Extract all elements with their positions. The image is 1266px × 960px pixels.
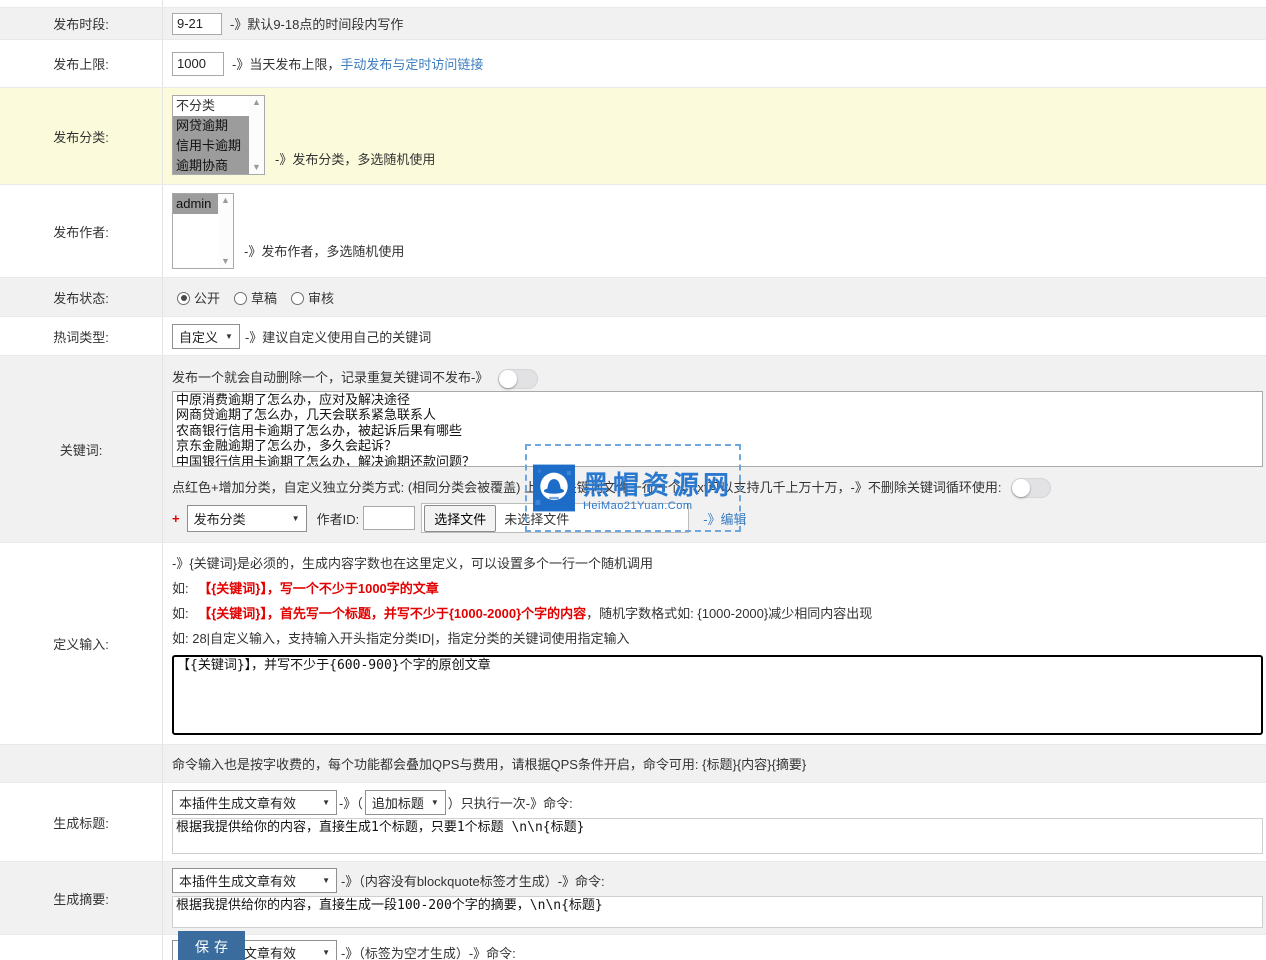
publish-limit-hint: -》当天发布上限，	[232, 54, 340, 73]
row-hotword-type: 热词类型: 自定义 ▼ -》建议自定义使用自己的关键词	[0, 317, 1266, 356]
chevron-down-icon: ▼	[431, 798, 439, 807]
keywords-label: 关键词:	[0, 356, 163, 542]
publish-time-label: 发布时段:	[0, 8, 163, 39]
publish-category-hint: -》发布分类，多选随机使用	[275, 149, 435, 168]
gen-summary-mode-select[interactable]: 本插件生成文章有效 ▼	[172, 868, 337, 893]
gen-title-mode-select[interactable]: 本插件生成文章有效 ▼	[172, 790, 337, 815]
file-input[interactable]: 选择文件 未选择文件	[421, 503, 689, 533]
row-top-sliver	[0, 0, 1266, 8]
author-option[interactable]: admin	[173, 194, 218, 214]
scroll-down-icon[interactable]: ▼	[252, 163, 261, 172]
define-input-textarea[interactable]: 【{关键词}】，并写不少于{600-900}个字的原创文章	[172, 655, 1263, 735]
define-hint-4: 如: 28|自定义输入，支持输入开头指定分类ID|，指定分类的关键词使用指定输入	[172, 626, 1266, 651]
edit-keywords-link[interactable]: -》编辑	[703, 509, 746, 528]
gen-title-label: 生成标题:	[0, 783, 163, 861]
row-command-info: 命令输入也是按字收费的，每个功能都会叠加QPS与费用，请根据QPS条件开启，命令…	[0, 745, 1266, 783]
scroll-up-icon[interactable]: ▲	[252, 98, 261, 107]
publish-author-label: 发布作者:	[0, 185, 163, 277]
file-status: 未选择文件	[504, 509, 569, 528]
author-id-input[interactable]	[363, 506, 415, 530]
scroll-down-icon[interactable]: ▼	[221, 257, 230, 266]
publish-time-hint: -》默认9-18点的时间段内写作	[230, 14, 403, 33]
row-publish-time: 发布时段: -》默认9-18点的时间段内写作	[0, 8, 1266, 40]
category-option[interactable]: 不分类	[173, 96, 249, 116]
row-gen-title: 生成标题: 本插件生成文章有效 ▼ -》（ 追加标题 ▼ ）只执行一次-》命令:…	[0, 783, 1266, 862]
row-publish-limit: 发布上限: -》当天发布上限， 手动发布与定时访问链接	[0, 40, 1266, 88]
save-button[interactable]: 保存	[178, 931, 245, 960]
chevron-down-icon: ▼	[322, 798, 330, 807]
publish-status-label: 发布状态:	[0, 278, 163, 316]
keywords-category-hint: 点红色+增加分类，自定义独立分类方式: (相同分类会被覆盖) 上传txt关键词文…	[172, 480, 1001, 495]
publish-author-hint: -》发布作者，多选随机使用	[244, 241, 404, 260]
category-option[interactable]: 逾期协商	[173, 156, 249, 174]
row-publish-author: 发布作者: admin ▲ ▼ -》发布作者，多选随机使用	[0, 185, 1266, 278]
gen-title-command-textarea[interactable]: 根据我提供给你的内容，直接生成1个标题，只要1个标题 \n\n{标题}	[172, 818, 1263, 854]
define-hint-3: 如: 【{关键词}】，首先写一个标题，并写不少于{1000-2000}个字的内容…	[172, 601, 1266, 626]
command-info-text: 命令输入也是按字收费的，每个功能都会叠加QPS与费用，请根据QPS条件开启，命令…	[172, 754, 806, 773]
define-hint-1: -》{关键词}是必须的，生成内容字数也在这里定义，可以设置多个一行一个随机调用	[172, 551, 1266, 576]
category-option[interactable]: 信用卡逾期	[173, 136, 249, 156]
manual-publish-link[interactable]: 手动发布与定时访问链接	[340, 54, 483, 73]
keywords-textarea[interactable]: 中原消费逾期了怎么办，应对及解决途径 网商贷逾期了怎么办，几天会联系紧急联系人 …	[172, 391, 1263, 467]
plugin-settings-page: 发布时段: -》默认9-18点的时间段内写作 发布上限: -》当天发布上限， 手…	[0, 0, 1266, 960]
hotword-type-select[interactable]: 自定义 ▼	[172, 324, 240, 349]
row-gen-summary: 生成摘要: 本插件生成文章有效 ▼ -》（内容没有blockquote标签才生成…	[0, 862, 1266, 935]
keyword-loop-toggle[interactable]	[1011, 478, 1051, 498]
radio-draft[interactable]: 草稿	[234, 288, 277, 307]
category-option[interactable]: 网贷逾期	[173, 116, 249, 136]
keywords-toggle-hint: 发布一个就会自动删除一个，记录重复关键词不发布-》	[172, 370, 488, 385]
define-hint-2: 如: 【{关键词}】，写一个不少于1000字的文章	[172, 576, 1266, 601]
chevron-down-icon: ▼	[322, 876, 330, 885]
radio-icon[interactable]	[234, 292, 247, 305]
row-keywords: 关键词: 发布一个就会自动删除一个，记录重复关键词不发布-》 中原消费逾期了怎么…	[0, 356, 1266, 543]
publish-author-listbox[interactable]: admin ▲ ▼	[172, 193, 234, 269]
hotword-type-label: 热词类型:	[0, 317, 163, 355]
define-input-label: 定义输入:	[0, 543, 163, 744]
publish-category-label: 发布分类:	[0, 88, 163, 184]
publish-limit-label: 发布上限:	[0, 40, 163, 87]
listbox-scrollbar[interactable]: ▲ ▼	[218, 194, 233, 268]
row-publish-status: 发布状态: 公开 草稿 审核	[0, 278, 1266, 317]
publish-time-input[interactable]	[172, 13, 222, 35]
chevron-down-icon: ▼	[322, 948, 330, 957]
add-category-button[interactable]: +	[172, 511, 180, 526]
chevron-down-icon: ▼	[292, 514, 300, 523]
dedupe-toggle[interactable]	[498, 369, 538, 389]
radio-icon[interactable]	[177, 292, 190, 305]
gen-title-append-select[interactable]: 追加标题 ▼	[365, 790, 446, 815]
chevron-down-icon: ▼	[225, 332, 233, 341]
row-define-input: 定义输入: -》{关键词}是必须的，生成内容字数也在这里定义，可以设置多个一行一…	[0, 543, 1266, 745]
publish-limit-input[interactable]	[172, 52, 224, 76]
scroll-up-icon[interactable]: ▲	[221, 196, 230, 205]
row-publish-category: 发布分类: 不分类 网贷逾期 信用卡逾期 逾期协商 ▲ ▼ -》发布分类，多选随…	[0, 88, 1266, 185]
publish-category-listbox[interactable]: 不分类 网贷逾期 信用卡逾期 逾期协商 ▲ ▼	[172, 95, 265, 175]
radio-public[interactable]: 公开	[177, 288, 220, 307]
radio-review[interactable]: 审核	[291, 288, 334, 307]
radio-icon[interactable]	[291, 292, 304, 305]
listbox-scrollbar[interactable]: ▲ ▼	[249, 96, 264, 174]
author-id-label: 作者ID:	[317, 509, 360, 528]
choose-file-button[interactable]: 选择文件	[424, 505, 496, 532]
gen-summary-command-textarea[interactable]: 根据我提供给你的内容，直接生成一段100-200个字的摘要，\n\n{标题}	[172, 896, 1263, 928]
keyword-category-select[interactable]: 发布分类 ▼	[187, 505, 307, 532]
hotword-type-hint: -》建议自定义使用自己的关键词	[245, 327, 431, 346]
gen-summary-label: 生成摘要:	[0, 862, 163, 934]
